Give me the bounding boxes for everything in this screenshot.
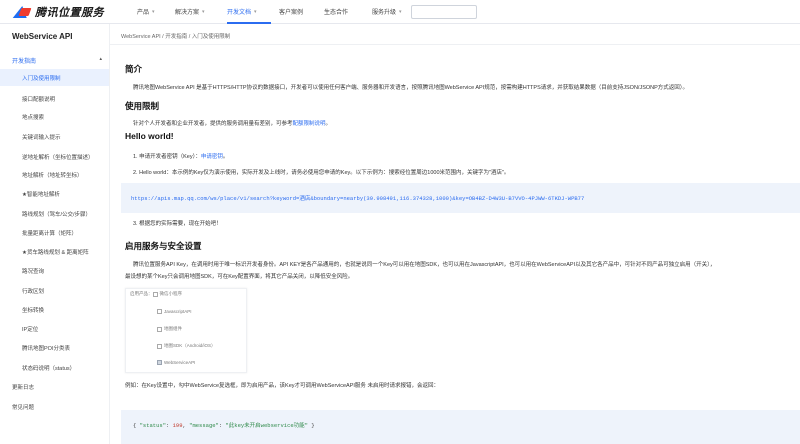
panel-row-mini-program: 启用产品： 微信小程序 [130,291,182,297]
chevron-down-icon: ▾ [152,8,155,15]
panel-row-js-api: JavascriptAPI [157,309,192,314]
brand-logo[interactable]: 腾讯位置服务 [12,4,120,20]
sidebar-item-distance-matrix[interactable]: 批量距离计算（矩阵） [0,224,109,241]
divider [110,44,800,45]
nav-cases[interactable]: 客户案例 [279,0,324,24]
nav-dev-docs[interactable]: 开发文档 ▾ [227,0,279,24]
product-settings-screenshot: 启用产品： 微信小程序 JavascriptAPI 地图组件 地图SDK（And… [125,288,247,373]
main-menu: 产品 ▾ 解决方案 ▾ 开发文档 ▾ 客户案例 生态合作 服务升级 ▾ [137,0,422,24]
sidebar-item-quota[interactable]: 接口配额说明 [0,90,109,107]
step-2: 2. Hello world：本示例的Key仅为演示使用，实际开发及上线时，请务… [133,170,510,176]
checkbox-checked [157,360,162,365]
sidebar-item-faq[interactable]: 常见问题 [0,398,109,415]
sidebar: WebService API 开发指南 ▴ 入门及使用限制 接口配额说明 地点搜… [0,24,110,444]
search-input[interactable] [411,5,477,19]
sidebar-item-smart-address[interactable]: ★智能地址解析 [0,185,109,202]
panel-row-map-component: 地图组件 [157,326,182,332]
top-navigation: 腾讯位置服务 产品 ▾ 解决方案 ▾ 开发文档 ▾ 客户案例 生态合作 服务升级 ▾ [0,0,800,24]
sidebar-item-changelog[interactable]: 更新日志 [0,378,109,395]
brand-name: 腾讯位置服务 [35,6,104,19]
sidebar-item-district[interactable]: 行政区划 [0,282,109,299]
sidebar-item-suggestion[interactable]: 关键词输入提示 [0,128,109,145]
sidebar-item-truck-route[interactable]: ★货车路线规划 & 距离矩阵 [0,243,109,260]
chevron-up-icon: ▴ [99,56,102,62]
sidebar-title: WebService API [12,32,73,41]
checkbox [152,291,158,297]
checkbox [157,309,162,314]
sidebar-item-geocoder[interactable]: 地址解析（地址转坐标） [0,166,109,183]
step-3: 3. 根据您的实际需要，现在开始吧！ [133,221,222,227]
step-1: 1. 申请开发者密钥（Key）：申请密钥。 [133,154,229,160]
example-request-url[interactable]: https://apis.map.qq.com/ws/place/v1/sear… [131,194,584,202]
sidebar-item-coord-convert[interactable]: 坐标转换 [0,301,109,318]
security-text-line2: 最设想的某个Key只会调用地图SDK，可在Key配置界面，将其它产品关闭，以降低… [125,274,354,280]
section-heading-security: 启用服务与安全设置 [125,241,202,251]
example-text: 例如：在Key设置中，勾中WebService复选框，即为启用产品，该Key才可… [125,383,439,389]
sidebar-item-ip-location[interactable]: IP定位 [0,320,109,337]
sidebar-item-getting-started[interactable]: 入门及使用限制 [0,69,109,86]
chevron-down-icon: ▾ [254,8,257,15]
limits-text: 针对个人开发者和企业开发者，提供的服务调用量有差别，可参考配额限制说明。 [133,121,332,127]
quota-limits-link[interactable]: 配额限制说明 [293,121,326,127]
nav-ecosystem[interactable]: 生态合作 [324,0,372,24]
sidebar-section-dev-guide[interactable]: 开发指南 ▴ [12,56,102,65]
sidebar-item-reverse-geocoder[interactable]: 逆地址解析（坐标位置描述） [0,148,109,165]
panel-row-map-sdk: 地图SDK（Android/iOS） [157,343,216,349]
nav-products[interactable]: 产品 ▾ [137,0,175,24]
breadcrumb: WebService API / 开发指南 / 入门及使用限制 [121,34,231,40]
checkbox [157,343,162,349]
example-response-json: { "status": 199, "message": "此key未开启webs… [133,422,315,429]
chevron-down-icon: ▾ [399,8,402,15]
sidebar-item-poi-category[interactable]: 腾讯地图POI分类表 [0,339,109,356]
sidebar-item-status-codes[interactable]: 状态码说明（status） [0,359,109,376]
nav-solutions[interactable]: 解决方案 ▾ [175,0,227,24]
panel-row-webservice: WebServiceAPI [157,360,195,365]
sidebar-item-place-search[interactable]: 地点搜索 [0,108,109,125]
section-heading-intro: 简介 [125,64,143,74]
section-heading-hello: Hello world! [125,131,174,141]
apply-key-link[interactable]: 申请密钥 [201,154,223,160]
security-text-line1: 腾讯位置服务API Key，在调用时用于唯一标识开发者身份。API KEY是各产… [133,262,716,268]
logo-icon [12,5,32,19]
chevron-down-icon: ▾ [202,8,205,15]
section-heading-limits: 使用限制 [125,101,160,111]
sidebar-item-route-planning[interactable]: 路线规划（驾车/公交/步骤） [0,205,109,222]
checkbox [157,326,162,332]
sidebar-item-traffic[interactable]: 路况查询 [0,262,109,279]
intro-text: 腾讯地图WebService API 是基于HTTPS/HTTP协议的数据接口，… [133,85,689,91]
